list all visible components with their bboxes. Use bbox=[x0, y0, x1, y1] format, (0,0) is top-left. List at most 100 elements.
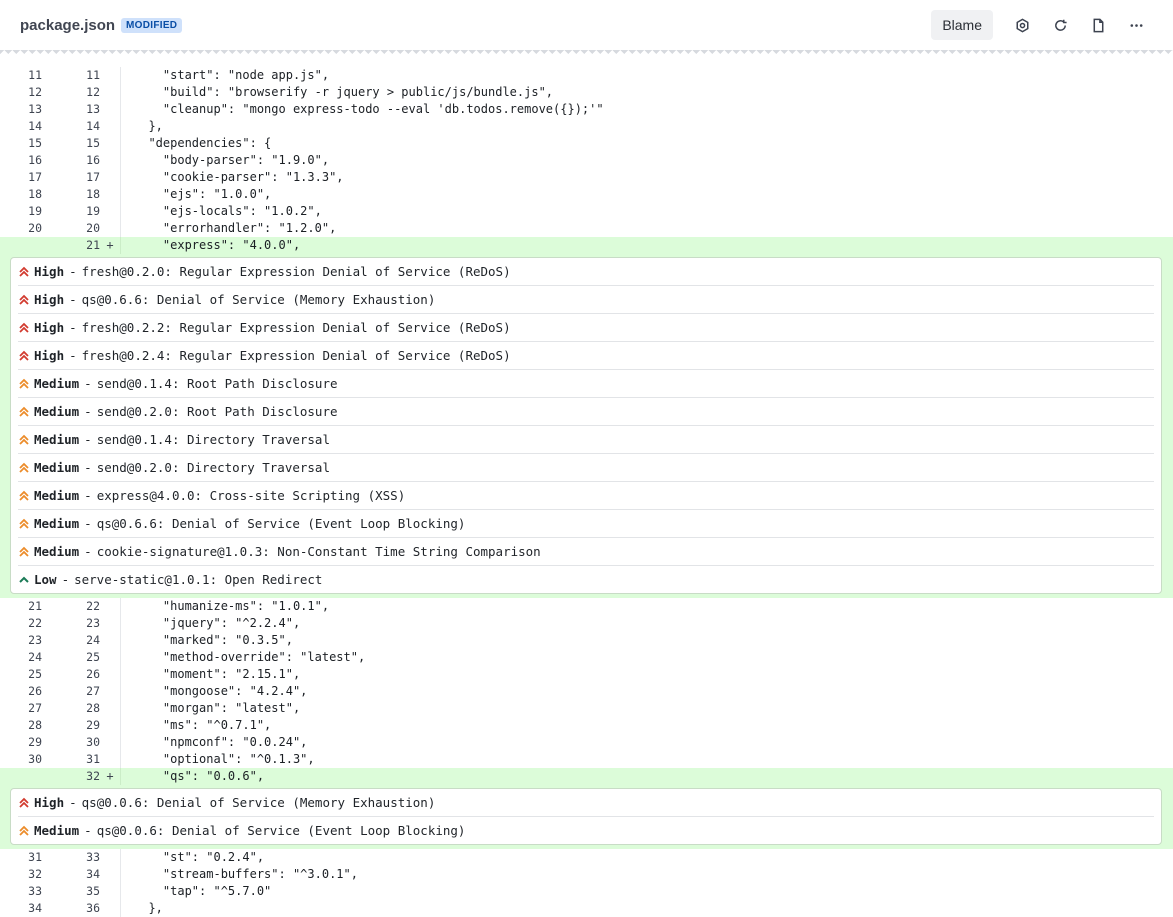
vulnerability-description[interactable]: send@0.1.4: Root Path Disclosure bbox=[97, 376, 338, 391]
more-icon[interactable] bbox=[1119, 9, 1153, 41]
vulnerability-list: High - qs@0.0.6: Denial of Service (Memory… bbox=[10, 788, 1162, 845]
old-line-number[interactable]: 14 bbox=[0, 118, 42, 135]
new-line-number[interactable]: 13 bbox=[42, 101, 100, 118]
vulnerability-description[interactable]: qs@0.0.6: Denial of Service (Event Loop … bbox=[97, 823, 466, 838]
vulnerability-description[interactable]: send@0.2.0: Directory Traversal bbox=[97, 460, 330, 475]
new-line-number[interactable]: 28 bbox=[42, 700, 100, 717]
vulnerability-item[interactable]: Medium - qs@0.0.6: Denial of Service (Even… bbox=[18, 817, 1154, 844]
vulnerability-item[interactable]: Medium - qs@0.6.6: Denial of Service (Even… bbox=[18, 510, 1154, 538]
code-text: "dependencies": { bbox=[120, 135, 271, 152]
vulnerability-item[interactable]: High - qs@0.0.6: Denial of Service (Memory… bbox=[18, 789, 1154, 817]
new-line-number[interactable]: 27 bbox=[42, 683, 100, 700]
severity-label: Medium bbox=[34, 544, 80, 559]
vulnerability-description[interactable]: send@0.1.4: Directory Traversal bbox=[97, 432, 330, 447]
old-line-number[interactable]: 31 bbox=[0, 849, 42, 866]
vulnerability-description[interactable]: serve-static@1.0.1: Open Redirect bbox=[74, 572, 322, 587]
old-line-number[interactable]: 25 bbox=[0, 666, 42, 683]
old-line-number[interactable]: 24 bbox=[0, 649, 42, 666]
vulnerability-item[interactable]: High - fresh@0.2.4: Regular Expression Den… bbox=[18, 342, 1154, 370]
refresh-icon[interactable] bbox=[1043, 9, 1077, 41]
old-line-number[interactable]: 22 bbox=[0, 615, 42, 632]
vulnerability-item[interactable]: Medium - cookie-signature@1.0.3: Non-Const… bbox=[18, 538, 1154, 566]
severity-label: Medium bbox=[34, 432, 80, 447]
old-line-number[interactable]: 30 bbox=[0, 751, 42, 768]
vulnerability-description[interactable]: send@0.2.0: Root Path Disclosure bbox=[97, 404, 338, 419]
vulnerability-item[interactable]: Medium - send@0.1.4: Root Path Disclosure bbox=[18, 370, 1154, 398]
new-line-number[interactable]: 22 bbox=[42, 598, 100, 615]
new-line-number[interactable]: 11 bbox=[42, 67, 100, 84]
new-line-number[interactable]: 25 bbox=[42, 649, 100, 666]
vulnerability-item[interactable]: Medium - send@0.2.0: Root Path Disclosure bbox=[18, 398, 1154, 426]
new-line-number[interactable]: 34 bbox=[42, 866, 100, 883]
old-line-number[interactable]: 34 bbox=[0, 900, 42, 917]
old-line-number[interactable]: 27 bbox=[0, 700, 42, 717]
old-line-number[interactable]: 11 bbox=[0, 67, 42, 84]
code-text: "ejs": "1.0.0", bbox=[120, 186, 271, 203]
vulnerability-description[interactable]: qs@0.0.6: Denial of Service (Memory Exha… bbox=[82, 795, 436, 810]
old-line-number[interactable]: 17 bbox=[0, 169, 42, 186]
code-text: "stream-buffers": "^3.0.1", bbox=[120, 866, 358, 883]
vulnerability-description[interactable]: express@4.0.0: Cross-site Scripting (XSS… bbox=[97, 488, 406, 503]
new-line-number[interactable]: 17 bbox=[42, 169, 100, 186]
new-line-number[interactable]: 16 bbox=[42, 152, 100, 169]
file-icon[interactable] bbox=[1081, 9, 1115, 41]
vulnerability-description[interactable]: qs@0.6.6: Denial of Service (Event Loop … bbox=[97, 516, 466, 531]
new-line-number[interactable]: 15 bbox=[42, 135, 100, 152]
new-line-number[interactable]: 12 bbox=[42, 84, 100, 101]
old-line-number[interactable]: 19 bbox=[0, 203, 42, 220]
old-line-number[interactable]: 29 bbox=[0, 734, 42, 751]
vulnerability-description[interactable]: fresh@0.2.2: Regular Expression Denial o… bbox=[82, 320, 511, 335]
old-line-number[interactable]: 21 bbox=[0, 598, 42, 615]
old-line-number[interactable] bbox=[0, 768, 42, 785]
medium-severity-icon bbox=[18, 462, 33, 474]
old-line-number[interactable]: 28 bbox=[0, 717, 42, 734]
vulnerability-description[interactable]: cookie-signature@1.0.3: Non-Constant Tim… bbox=[97, 544, 541, 559]
old-line-number[interactable]: 20 bbox=[0, 220, 42, 237]
vulnerability-item[interactable]: High - fresh@0.2.2: Regular Expression Den… bbox=[18, 314, 1154, 342]
new-line-number[interactable]: 35 bbox=[42, 883, 100, 900]
old-line-number[interactable]: 15 bbox=[0, 135, 42, 152]
new-line-number[interactable]: 33 bbox=[42, 849, 100, 866]
old-line-number[interactable]: 32 bbox=[0, 866, 42, 883]
diff-marker bbox=[100, 683, 120, 700]
vulnerability-item[interactable]: Medium - send@0.1.4: Directory Traversal bbox=[18, 426, 1154, 454]
new-line-number[interactable]: 26 bbox=[42, 666, 100, 683]
new-line-number[interactable]: 23 bbox=[42, 615, 100, 632]
collapsed-lines-divider[interactable] bbox=[0, 50, 1173, 60]
code-text: "express": "4.0.0", bbox=[120, 237, 300, 254]
old-line-number[interactable]: 13 bbox=[0, 101, 42, 118]
vulnerability-item[interactable]: High - fresh@0.2.0: Regular Expression Den… bbox=[18, 258, 1154, 286]
new-line-number[interactable]: 24 bbox=[42, 632, 100, 649]
vulnerability-description[interactable]: qs@0.6.6: Denial of Service (Memory Exha… bbox=[82, 292, 436, 307]
vulnerability-item[interactable]: High - qs@0.6.6: Denial of Service (Memory… bbox=[18, 286, 1154, 314]
old-line-number[interactable]: 18 bbox=[0, 186, 42, 203]
settings-icon[interactable] bbox=[1005, 9, 1039, 41]
diff-view: 11 11 "start": "node app.js", 12 12 "build"… bbox=[0, 67, 1173, 917]
vulnerability-item[interactable]: Medium - express@4.0.0: Cross-site Scripti… bbox=[18, 482, 1154, 510]
new-line-number[interactable]: 31 bbox=[42, 751, 100, 768]
code-line: 16 16 "body-parser": "1.9.0", bbox=[0, 152, 1173, 169]
old-line-number[interactable]: 33 bbox=[0, 883, 42, 900]
new-line-number[interactable]: 36 bbox=[42, 900, 100, 917]
blame-button[interactable]: Blame bbox=[931, 10, 993, 40]
old-line-number[interactable]: 16 bbox=[0, 152, 42, 169]
vulnerability-item[interactable]: Low - serve-static@1.0.1: Open Redirect bbox=[18, 566, 1154, 593]
code-text: "optional": "^0.1.3", bbox=[120, 751, 315, 768]
new-line-number[interactable]: 21 bbox=[42, 237, 100, 254]
file-name[interactable]: package.json bbox=[20, 17, 115, 34]
vulnerability-description[interactable]: fresh@0.2.4: Regular Expression Denial o… bbox=[82, 348, 511, 363]
vulnerability-description[interactable]: fresh@0.2.0: Regular Expression Denial o… bbox=[82, 264, 511, 279]
new-line-number[interactable]: 29 bbox=[42, 717, 100, 734]
old-line-number[interactable]: 23 bbox=[0, 632, 42, 649]
vulnerability-item[interactable]: Medium - send@0.2.0: Directory Traversal bbox=[18, 454, 1154, 482]
old-line-number[interactable]: 12 bbox=[0, 84, 42, 101]
added-code-line: 32 + "qs": "0.0.6", bbox=[0, 768, 1173, 785]
new-line-number[interactable]: 30 bbox=[42, 734, 100, 751]
old-line-number[interactable]: 26 bbox=[0, 683, 42, 700]
new-line-number[interactable]: 18 bbox=[42, 186, 100, 203]
new-line-number[interactable]: 20 bbox=[42, 220, 100, 237]
new-line-number[interactable]: 19 bbox=[42, 203, 100, 220]
old-line-number[interactable] bbox=[0, 237, 42, 254]
new-line-number[interactable]: 32 bbox=[42, 768, 100, 785]
new-line-number[interactable]: 14 bbox=[42, 118, 100, 135]
